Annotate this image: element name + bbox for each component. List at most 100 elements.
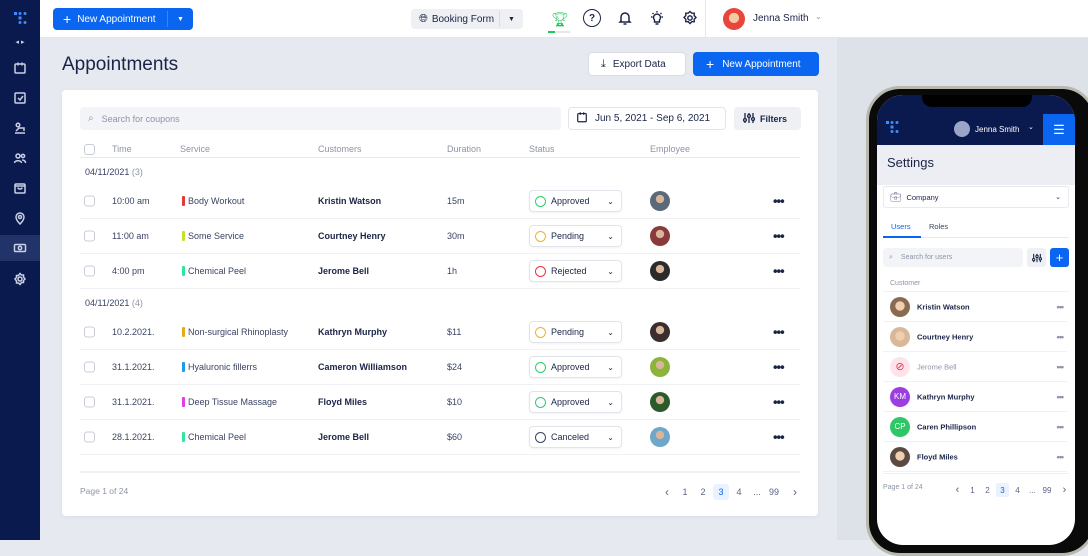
phone-user-avatar[interactable] <box>954 121 970 137</box>
status-dropdown[interactable]: Approved ⌄ <box>529 190 622 212</box>
employee-avatar[interactable] <box>650 261 670 281</box>
header-duration[interactable]: Duration <box>447 144 481 154</box>
header-service[interactable]: Service <box>180 144 210 154</box>
more-options-icon[interactable]: ••• <box>773 194 785 209</box>
row-checkbox[interactable] <box>84 431 95 443</box>
users-icon[interactable] <box>0 145 40 171</box>
more-options-icon[interactable]: ••• <box>1057 332 1065 342</box>
page-1[interactable]: 1 <box>677 484 693 500</box>
user-row[interactable]: Courtney Henry ••• <box>883 322 1067 352</box>
header-customers[interactable]: Customers <box>318 144 362 154</box>
page-1[interactable]: 1 <box>966 483 979 497</box>
date-range-picker[interactable]: Jun 5, 2021 - Sep 6, 2021 <box>568 107 726 130</box>
row-checkbox[interactable] <box>84 230 95 242</box>
payments-icon[interactable] <box>0 235 40 261</box>
table-row[interactable]: 10.2.2021. Non-surgical Rhinoplasty Kathry… <box>80 315 800 350</box>
chevron-down-icon[interactable]: ⌄ <box>1028 123 1034 131</box>
new-appointment-button[interactable]: + New Appointment <box>693 52 819 76</box>
location-icon[interactable] <box>0 205 40 231</box>
tab-roles[interactable]: Roles <box>929 222 948 231</box>
prev-page-icon[interactable]: ‹ <box>951 483 964 497</box>
page-2[interactable]: 2 <box>695 484 711 500</box>
filters-button[interactable]: Filters <box>734 107 801 130</box>
employee-avatar[interactable] <box>650 392 670 412</box>
more-options-icon[interactable]: ••• <box>773 229 785 244</box>
employee-avatar[interactable] <box>650 427 670 447</box>
table-row[interactable]: 10:00 am Body Workout Kristin Watson 15m App… <box>80 184 800 219</box>
status-dropdown[interactable]: Rejected ⌄ <box>529 260 622 282</box>
more-options-icon[interactable]: ••• <box>773 264 785 279</box>
page-3[interactable]: 3 <box>713 484 729 500</box>
user-row[interactable]: KM Kathryn Murphy ••• <box>883 382 1067 412</box>
settings-icon[interactable] <box>0 266 40 292</box>
lightbulb-icon[interactable] <box>647 8 667 28</box>
page-3[interactable]: 3 <box>996 483 1009 497</box>
caret-down-icon[interactable]: ▼ <box>177 16 184 23</box>
logo-icon[interactable] <box>885 120 899 139</box>
select-all-checkbox[interactable] <box>84 144 95 155</box>
shop-icon[interactable] <box>0 175 40 201</box>
export-data-button[interactable]: ⤓ Export Data <box>588 52 686 76</box>
user-row[interactable]: ⊘ Jerome Bell ••• <box>883 352 1067 382</box>
page-4[interactable]: 4 <box>1011 483 1024 497</box>
header-employee[interactable]: Employee <box>650 144 690 154</box>
bell-icon[interactable] <box>615 8 635 28</box>
row-checkbox[interactable] <box>84 361 95 373</box>
tab-users[interactable]: Users <box>891 222 911 231</box>
table-row[interactable]: 11:00 am Some Service Courtney Henry 30m Pen… <box>80 219 800 254</box>
table-row[interactable]: 28.1.2021. Chemical Peel Jerome Bell $60 Can… <box>80 420 800 455</box>
user-row[interactable]: Kristin Watson ••• <box>883 292 1067 322</box>
next-page-icon[interactable]: › <box>1058 483 1071 497</box>
more-options-icon[interactable]: ••• <box>773 395 785 410</box>
services-icon[interactable] <box>0 115 40 141</box>
caret-down-icon[interactable]: ▼ <box>508 16 515 23</box>
search-input[interactable]: ⌕ Search for coupons <box>80 107 561 130</box>
employee-avatar[interactable] <box>650 357 670 377</box>
employee-avatar[interactable] <box>650 226 670 246</box>
calendar-icon[interactable] <box>0 55 40 81</box>
add-user-button[interactable]: + <box>1050 248 1069 267</box>
trophy-icon[interactable]: 🏆︎ <box>550 9 570 29</box>
status-dropdown[interactable]: Pending ⌄ <box>529 321 622 343</box>
status-dropdown[interactable]: Approved ⌄ <box>529 356 622 378</box>
company-select[interactable]: 💼︎ Company ⌄ <box>883 186 1069 208</box>
row-checkbox[interactable] <box>84 195 95 207</box>
new-appointment-split-button[interactable]: + New Appointment ▼ <box>53 8 193 30</box>
more-options-icon[interactable]: ••• <box>773 325 785 340</box>
page-2[interactable]: 2 <box>981 483 994 497</box>
phone-user-name[interactable]: Jenna Smith <box>975 125 1019 134</box>
page-99[interactable]: 99 <box>1039 483 1055 497</box>
more-options-icon[interactable]: ••• <box>1057 362 1065 372</box>
row-checkbox[interactable] <box>84 265 95 277</box>
row-checkbox[interactable] <box>84 396 95 408</box>
user-name[interactable]: Jenna Smith <box>753 13 809 24</box>
phone-search-input[interactable]: ⌕ Search for users <box>883 248 1023 267</box>
table-row[interactable]: 31.1.2021. Deep Tissue Massage Floyd Miles… <box>80 385 800 420</box>
booking-form-button[interactable]: 🌐︎ Booking Form ▼ <box>411 9 523 29</box>
more-options-icon[interactable]: ••• <box>1057 302 1065 312</box>
phone-filters-button[interactable] <box>1027 248 1046 267</box>
page-99[interactable]: 99 <box>764 484 784 500</box>
user-row[interactable]: Floyd Miles ••• <box>883 442 1067 472</box>
more-options-icon[interactable]: ••• <box>1057 452 1065 462</box>
chevron-down-icon[interactable]: ⌄ <box>815 12 822 21</box>
more-options-icon[interactable]: ••• <box>773 430 785 445</box>
checklist-icon[interactable] <box>0 85 40 111</box>
logo-icon[interactable] <box>0 5 40 31</box>
status-dropdown[interactable]: Approved ⌄ <box>529 391 622 413</box>
header-time[interactable]: Time <box>112 144 132 154</box>
employee-avatar[interactable] <box>650 191 670 211</box>
status-dropdown[interactable]: Canceled ⌄ <box>529 426 622 448</box>
row-checkbox[interactable] <box>84 326 95 338</box>
prev-page-icon[interactable]: ‹ <box>659 484 675 500</box>
collapse-toggle-icon[interactable]: ◂ ▸ <box>0 29 40 55</box>
help-icon[interactable]: ? <box>583 9 601 27</box>
user-row[interactable]: CP Caren Phillipson ••• <box>883 412 1067 442</box>
employee-avatar[interactable] <box>650 322 670 342</box>
next-page-icon[interactable]: › <box>787 484 803 500</box>
header-status[interactable]: Status <box>529 144 555 154</box>
table-row[interactable]: 31.1.2021. Hyaluronic fillerrs Cameron Wil… <box>80 350 800 385</box>
more-options-icon[interactable]: ••• <box>773 360 785 375</box>
table-row[interactable]: 4:00 pm Chemical Peel Jerome Bell 1h Rejecte… <box>80 254 800 289</box>
more-options-icon[interactable]: ••• <box>1057 422 1065 432</box>
